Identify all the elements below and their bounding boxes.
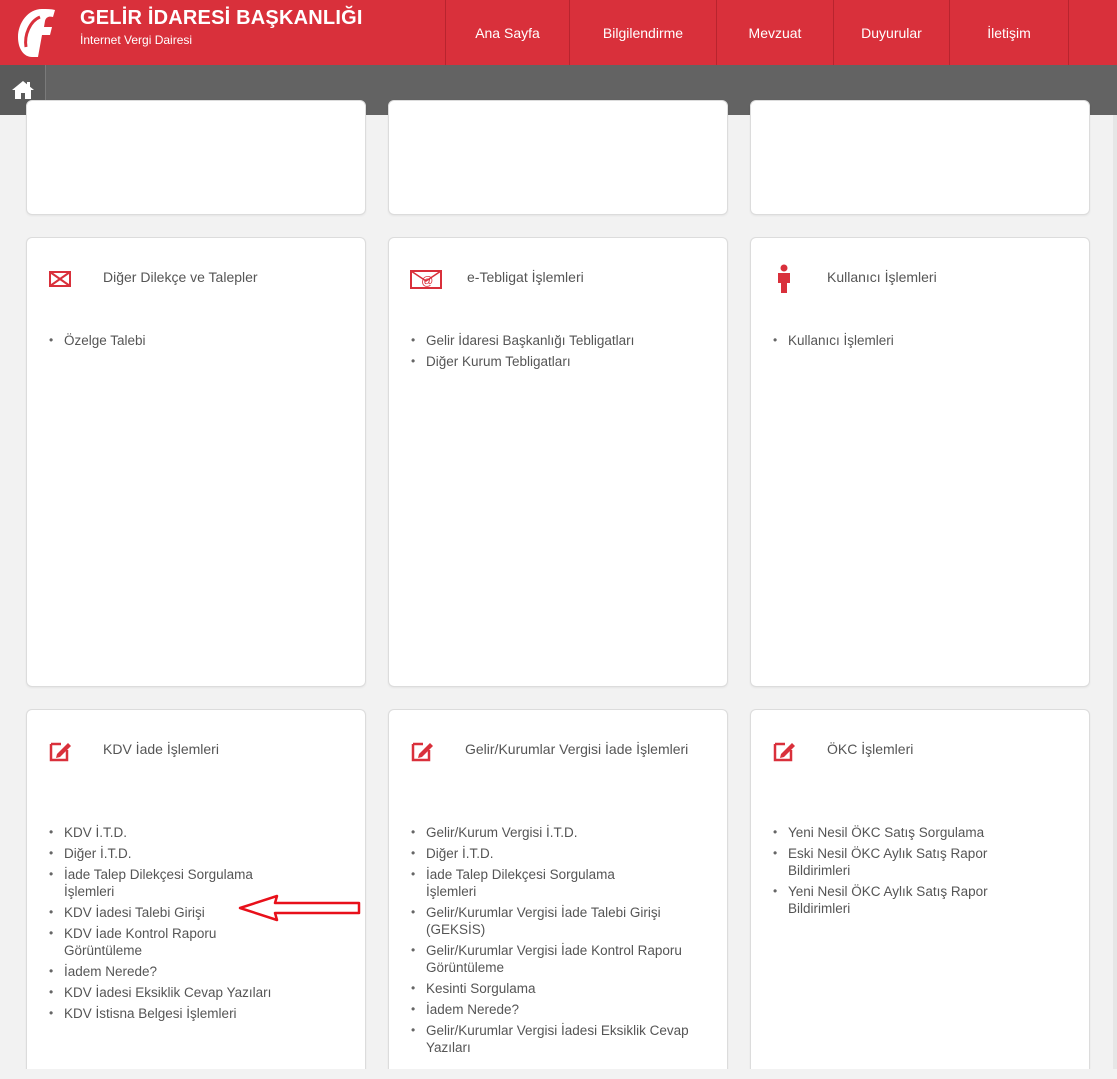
- card-links: Özelge Talebi: [49, 332, 146, 353]
- nav-mevzuat[interactable]: Mevzuat: [716, 0, 833, 65]
- arrow-annotation-icon: [238, 894, 361, 922]
- link-kdv-iade-kontrol-raporu[interactable]: KDV İade Kontrol Raporu Görüntüleme: [49, 925, 269, 959]
- card-e-tebligat: @ e-Tebligat İşlemleri Gelir İdaresi Baş…: [388, 237, 728, 687]
- card-title[interactable]: e-Tebligat İşlemleri: [467, 268, 584, 286]
- card-kdv-iade: KDV İade İşlemleri KDV İ.T.D. Diğer İ.T.…: [26, 709, 366, 1079]
- card-diger-dilekce: Diğer Dilekçe ve Talepler Özelge Talebi: [26, 237, 366, 687]
- link-kdv-eksiklik-cevap[interactable]: KDV İadesi Eksiklik Cevap Yazıları: [49, 984, 299, 1001]
- link-geksis-giris[interactable]: Gelir/Kurumlar Vergisi İade Talebi Giriş…: [411, 904, 701, 938]
- card-kullanici: Kullanıcı İşlemleri Kullanıcı İşlemleri: [750, 237, 1090, 687]
- edit-icon: [773, 742, 795, 762]
- scroll-edge: [1113, 115, 1117, 1079]
- card-gelir-kurumlar-iade: Gelir/Kurumlar Vergisi İade İşlemleri Ge…: [388, 709, 728, 1079]
- link-eski-nesil-aylik-rapor[interactable]: Eski Nesil ÖKC Aylık Satış Rapor Bildiri…: [773, 845, 1033, 879]
- link-kullanici-islemleri[interactable]: Kullanıcı İşlemleri: [773, 332, 894, 349]
- edit-icon: [411, 742, 433, 762]
- link-yeni-nesil-aylik-rapor[interactable]: Yeni Nesil ÖKC Aylık Satış Rapor Bildiri…: [773, 883, 1033, 917]
- user-icon: [778, 264, 790, 293]
- link-gelir-kurum-itd[interactable]: Gelir/Kurum Vergisi İ.T.D.: [411, 824, 711, 841]
- link-iade-talep-sorgulama[interactable]: İade Talep Dilekçesi Sorgulama İşlemleri: [411, 866, 661, 900]
- card-header: ÖKC İşlemleri: [771, 740, 913, 764]
- card-header: Gelir/Kurumlar Vergisi İade İşlemleri: [409, 740, 695, 764]
- link-diger-kurum-tebligatlari[interactable]: Diğer Kurum Tebligatları: [411, 353, 634, 370]
- brand-title: GELİR İDARESİ BAŞKANLIĞI: [80, 7, 363, 29]
- brand[interactable]: GELİR İDARESİ BAŞKANLIĞI İnternet Vergi …: [80, 7, 363, 47]
- link-gelir-kontrol-raporu[interactable]: Gelir/Kurumlar Vergisi İade Kontrol Rapo…: [411, 942, 691, 976]
- link-diger-itd[interactable]: Diğer İ.T.D.: [411, 845, 711, 862]
- card-header: KDV İade İşlemleri: [47, 740, 219, 764]
- card-top-middle: [388, 100, 728, 215]
- nav-iletisim[interactable]: İletişim: [949, 0, 1069, 65]
- link-iadem-nerede[interactable]: İadem Nerede?: [49, 963, 299, 980]
- card-title[interactable]: Gelir/Kurumlar Vergisi İade İşlemleri: [465, 740, 695, 758]
- card-links: Gelir İdaresi Başkanlığı Tebligatları Di…: [411, 332, 634, 374]
- nav-duyurular[interactable]: Duyurular: [833, 0, 949, 65]
- link-gib-tebligatlari[interactable]: Gelir İdaresi Başkanlığı Tebligatları: [411, 332, 634, 349]
- gib-logo-icon[interactable]: [12, 5, 64, 61]
- link-iadem-nerede[interactable]: İadem Nerede?: [411, 1001, 711, 1018]
- card-okc: ÖKC İşlemleri Yeni Nesil ÖKC Satış Sorgu…: [750, 709, 1090, 1079]
- svg-text:@: @: [421, 274, 433, 288]
- card-links: Kullanıcı İşlemleri: [773, 332, 894, 353]
- link-yeni-nesil-satis-sorgulama[interactable]: Yeni Nesil ÖKC Satış Sorgulama: [773, 824, 1033, 841]
- card-links: Gelir/Kurum Vergisi İ.T.D. Diğer İ.T.D. …: [411, 824, 711, 1060]
- card-header: Diğer Dilekçe ve Talepler: [47, 268, 258, 292]
- edit-icon: [49, 742, 71, 762]
- nav-bilgilendirme[interactable]: Bilgilendirme: [569, 0, 716, 65]
- page-bottom-edge: [0, 1069, 1117, 1079]
- link-gelir-eksiklik-cevap[interactable]: Gelir/Kurumlar Vergisi İadesi Eksiklik C…: [411, 1022, 711, 1056]
- card-title[interactable]: Diğer Dilekçe ve Talepler: [103, 268, 258, 286]
- link-kdv-itd[interactable]: KDV İ.T.D.: [49, 824, 299, 841]
- card-links: Yeni Nesil ÖKC Satış Sorgulama Eski Nesi…: [773, 824, 1033, 921]
- card-top-left: [26, 100, 366, 215]
- brand-subtitle: İnternet Vergi Dairesi: [80, 33, 193, 47]
- card-header: Kullanıcı İşlemleri: [771, 264, 937, 294]
- card-title[interactable]: ÖKC İşlemleri: [827, 740, 913, 758]
- link-ozelge-talebi[interactable]: Özelge Talebi: [49, 332, 146, 349]
- card-top-right: [750, 100, 1090, 215]
- card-header: @ e-Tebligat İşlemleri: [409, 268, 584, 292]
- link-kesinti-sorgulama[interactable]: Kesinti Sorgulama: [411, 980, 711, 997]
- nav-ana-sayfa[interactable]: Ana Sayfa: [445, 0, 569, 65]
- card-title[interactable]: KDV İade İşlemleri: [103, 740, 219, 758]
- link-diger-itd[interactable]: Diğer İ.T.D.: [49, 845, 299, 862]
- e-envelope-icon: @: [410, 270, 442, 289]
- main-nav: Ana Sayfa Bilgilendirme Mevzuat Duyurula…: [445, 0, 1069, 65]
- envelope-icon: [49, 271, 71, 287]
- top-header: GELİR İDARESİ BAŞKANLIĞI İnternet Vergi …: [0, 0, 1117, 65]
- home-icon: [11, 81, 34, 99]
- link-kdv-istisna-belgesi[interactable]: KDV İstisna Belgesi İşlemleri: [49, 1005, 299, 1022]
- card-links: KDV İ.T.D. Diğer İ.T.D. İade Talep Dilek…: [49, 824, 299, 1026]
- card-title[interactable]: Kullanıcı İşlemleri: [827, 268, 937, 286]
